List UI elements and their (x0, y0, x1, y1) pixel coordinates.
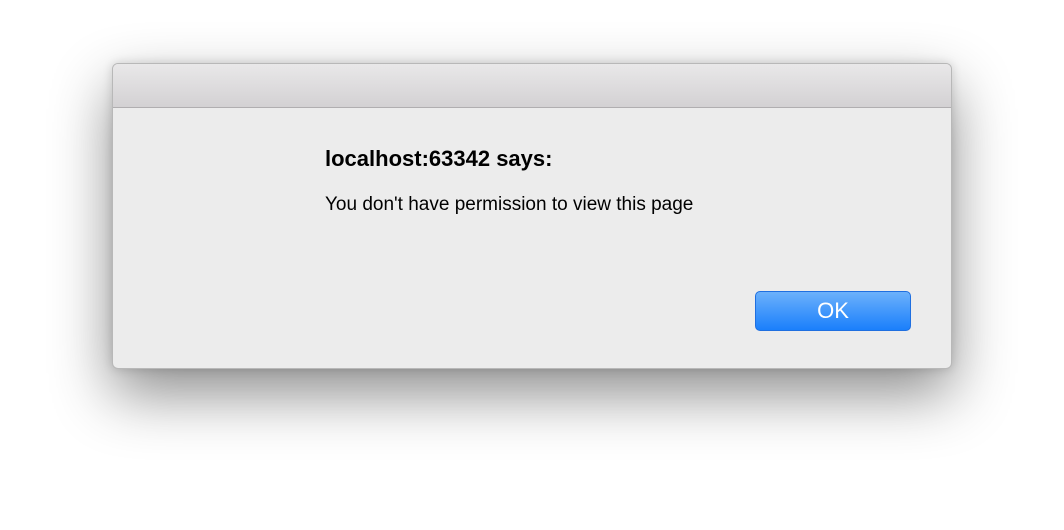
dialog-message: You don't have permission to view this p… (325, 194, 694, 215)
dialog-titlebar[interactable] (113, 64, 951, 108)
alert-dialog: localhost:63342 says: You don't have per… (112, 63, 952, 369)
ok-button[interactable]: OK (755, 291, 911, 331)
dialog-title: localhost:63342 says: (325, 146, 553, 171)
